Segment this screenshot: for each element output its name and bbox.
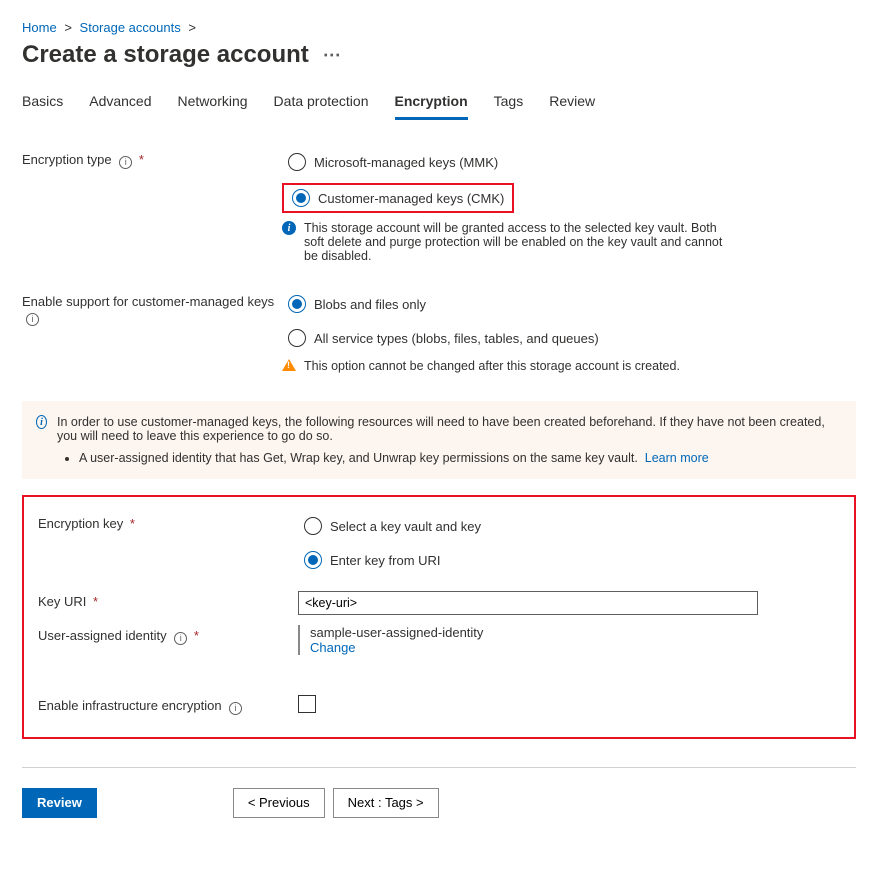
divider (22, 767, 856, 768)
tab-networking[interactable]: Networking (178, 93, 248, 120)
radio-icon (288, 295, 306, 313)
breadcrumb-storage-accounts[interactable]: Storage accounts (80, 20, 181, 35)
tab-data-protection[interactable]: Data protection (274, 93, 369, 120)
info-icon[interactable]: i (119, 156, 132, 169)
radio-select-vault[interactable]: Select a key vault and key (298, 513, 487, 539)
radio-select-vault-label: Select a key vault and key (330, 519, 481, 534)
info-icon[interactable]: i (26, 313, 39, 326)
tab-review[interactable]: Review (549, 93, 595, 120)
support-cmk-warning: This option cannot be changed after this… (304, 359, 680, 373)
support-cmk-label: Enable support for customer-managed keys… (22, 291, 282, 326)
radio-blobs-files-label: Blobs and files only (314, 297, 426, 312)
next-button[interactable]: Next : Tags > (333, 788, 439, 818)
tab-basics[interactable]: Basics (22, 93, 63, 120)
radio-all-services[interactable]: All service types (blobs, files, tables,… (282, 325, 605, 351)
warning-icon (282, 359, 296, 371)
review-button[interactable]: Review (22, 788, 97, 818)
info-icon: i (282, 221, 296, 235)
callout-text: In order to use customer-managed keys, t… (57, 415, 825, 443)
radio-icon (304, 517, 322, 535)
tab-advanced[interactable]: Advanced (89, 93, 151, 120)
radio-enter-uri-label: Enter key from URI (330, 553, 441, 568)
radio-enter-uri[interactable]: Enter key from URI (298, 547, 447, 573)
key-uri-label: Key URI * (38, 591, 298, 609)
radio-mmk[interactable]: Microsoft-managed keys (MMK) (282, 149, 504, 175)
page-title: Create a storage account ⋯ (22, 41, 856, 69)
tab-bar: Basics Advanced Networking Data protecti… (22, 93, 856, 121)
tab-encryption[interactable]: Encryption (395, 93, 468, 120)
chevron-right-icon: > (188, 20, 196, 35)
radio-mmk-label: Microsoft-managed keys (MMK) (314, 155, 498, 170)
highlighted-section: Encryption key * Select a key vault and … (22, 495, 856, 739)
info-icon: i (36, 415, 47, 429)
breadcrumb-home[interactable]: Home (22, 20, 57, 35)
cmk-note: This storage account will be granted acc… (304, 221, 734, 263)
radio-icon (304, 551, 322, 569)
radio-icon (292, 189, 310, 207)
info-icon[interactable]: i (229, 702, 242, 715)
encryption-type-label: Encryption type i * (22, 149, 282, 169)
info-icon[interactable]: i (174, 632, 187, 645)
previous-button[interactable]: < Previous (233, 788, 325, 818)
more-icon[interactable]: ⋯ (323, 45, 342, 66)
infra-encryption-label: Enable infrastructure encryption i (38, 695, 298, 715)
user-identity-label: User-assigned identity i * (38, 625, 298, 645)
tab-tags[interactable]: Tags (494, 93, 524, 120)
user-identity-value: sample-user-assigned-identity (310, 625, 840, 640)
cmk-prereq-callout: i In order to use customer-managed keys,… (22, 401, 856, 479)
radio-icon (288, 329, 306, 347)
callout-bullet: A user-assigned identity that has Get, W… (79, 451, 840, 465)
learn-more-link[interactable]: Learn more (645, 451, 709, 465)
radio-icon (288, 153, 306, 171)
radio-cmk-label: Customer-managed keys (CMK) (318, 191, 504, 206)
radio-all-services-label: All service types (blobs, files, tables,… (314, 331, 599, 346)
key-uri-input[interactable] (298, 591, 758, 615)
breadcrumb: Home > Storage accounts > (22, 20, 856, 35)
change-identity-link[interactable]: Change (310, 640, 840, 655)
wizard-buttons: Review < Previous Next : Tags > (22, 788, 856, 818)
radio-blobs-files[interactable]: Blobs and files only (282, 291, 432, 317)
infra-encryption-checkbox[interactable] (298, 695, 316, 713)
encryption-key-label: Encryption key * (38, 513, 298, 531)
radio-cmk[interactable]: Customer-managed keys (CMK) (282, 183, 514, 213)
chevron-right-icon: > (64, 20, 72, 35)
